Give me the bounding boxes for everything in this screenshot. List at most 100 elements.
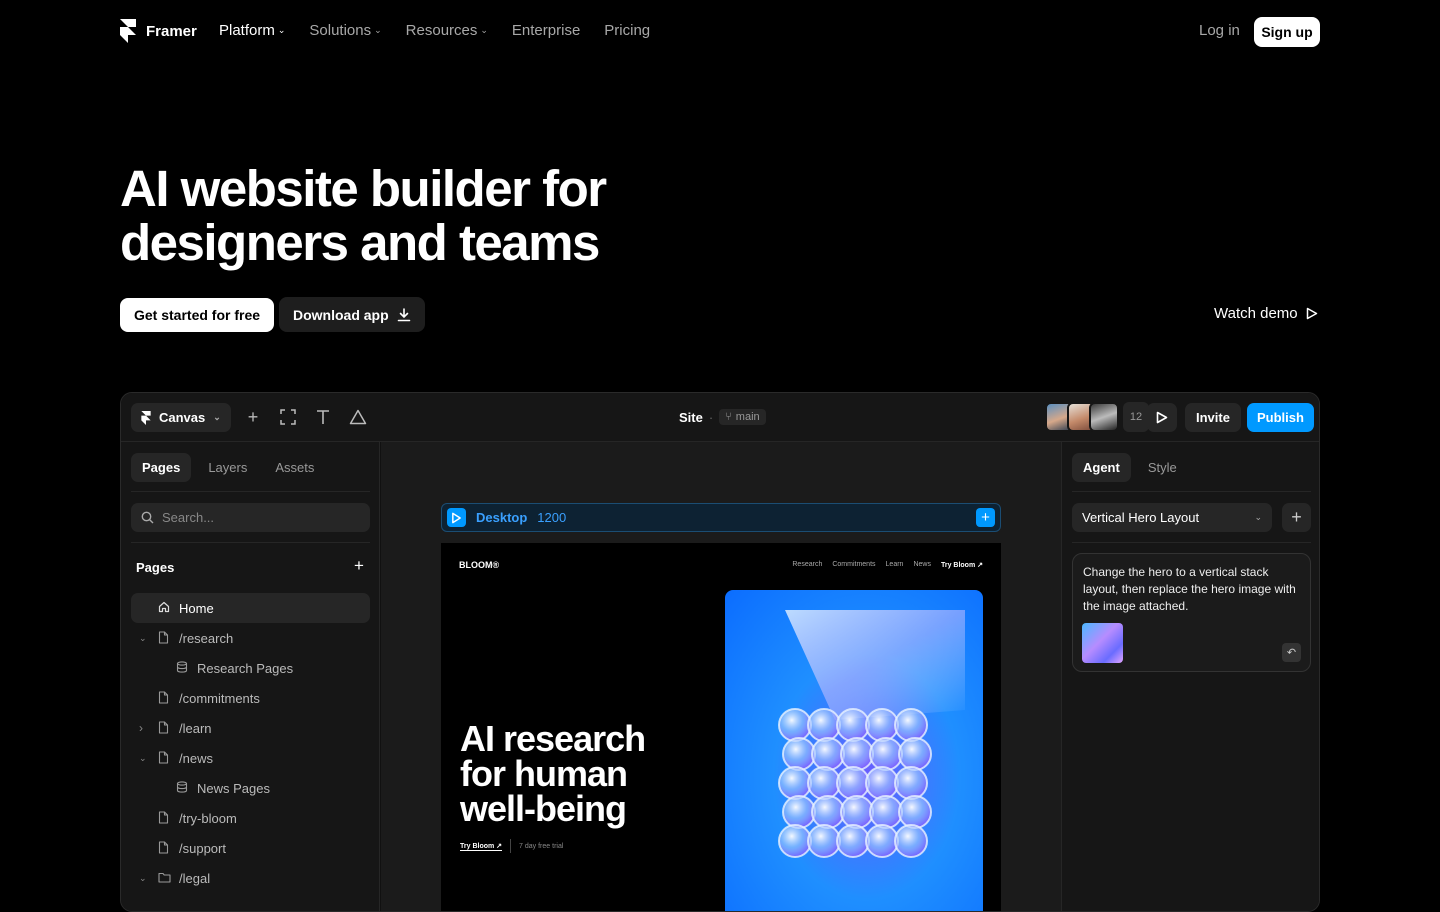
page-item[interactable]: /commitments — [131, 683, 370, 713]
page-item[interactable]: Research Pages — [131, 653, 370, 683]
canvas-area[interactable]: Desktop 1200 + BLOOM® Research Commitmen… — [381, 442, 1061, 911]
chevron-down-icon[interactable]: ⌄ — [139, 753, 147, 764]
publish-button[interactable]: Publish — [1247, 403, 1314, 432]
menu-label: Enterprise — [511, 22, 581, 39]
separator-dot: · — [708, 409, 714, 425]
bubble — [865, 708, 899, 742]
pages-panel: Pages Layers Assets Search... Pages + Ho… — [121, 442, 380, 911]
layout-select-value: Vertical Hero Layout — [1082, 510, 1200, 525]
login-link[interactable]: Log in — [1199, 22, 1240, 39]
divider — [131, 542, 370, 543]
invite-button[interactable]: Invite — [1185, 403, 1241, 432]
hero-title-line-1: AI website builder for — [120, 160, 607, 217]
site-preview-frame[interactable]: BLOOM® Research Commitments Learn News T… — [441, 543, 1001, 911]
text-tool-icon[interactable] — [312, 406, 334, 428]
page-item-label: Home — [179, 600, 214, 616]
page-icon — [158, 751, 170, 764]
search-icon — [141, 511, 154, 524]
bubble — [807, 824, 841, 858]
signup-button[interactable]: Sign up — [1254, 17, 1320, 47]
tab-layers[interactable]: Layers — [197, 453, 258, 482]
preview-nav-cta: Try Bloom ↗ — [940, 562, 983, 569]
watch-demo-link[interactable]: Watch demo — [1214, 305, 1318, 322]
menu-resources[interactable]: Resources ⌄ — [406, 22, 488, 39]
brand-logo[interactable]: Framer — [120, 19, 197, 43]
menu-pricing[interactable]: Pricing — [604, 22, 650, 39]
bubble — [865, 824, 899, 858]
site-label: Site — [679, 409, 703, 425]
add-icon[interactable]: + — [242, 406, 264, 428]
page-item-label: News Pages — [197, 780, 270, 796]
download-app-button[interactable]: Download app — [279, 297, 425, 332]
play-icon — [1306, 307, 1317, 320]
menu-enterprise[interactable]: Enterprise — [512, 22, 580, 39]
page-item-label: /research — [179, 630, 234, 646]
folder-icon — [158, 871, 171, 884]
preview-button[interactable] — [1147, 403, 1177, 432]
main-menu: Platform ⌄ Solutions ⌄ Resources ⌄ Enterpri… — [219, 22, 650, 39]
undo-icon[interactable]: ↶ — [1282, 643, 1301, 662]
collaborator-count: 12 — [1123, 402, 1149, 432]
menu-solutions[interactable]: Solutions ⌄ — [309, 22, 381, 39]
divider — [1072, 542, 1311, 543]
bubble — [898, 737, 932, 771]
layout-select[interactable]: Vertical Hero Layout ⌄ — [1072, 503, 1272, 532]
page-icon — [158, 691, 170, 704]
page-item-label: /commitments — [179, 690, 260, 706]
bubble — [894, 708, 928, 742]
watch-demo-label: Watch demo — [1214, 305, 1298, 322]
frame-header[interactable]: Desktop 1200 + — [441, 503, 1001, 532]
divider — [510, 839, 512, 853]
menu-platform[interactable]: Platform ⌄ — [219, 22, 285, 39]
bubble — [869, 737, 903, 771]
page-item[interactable]: ⌄ /legal — [131, 863, 370, 893]
page-item-label: Research Pages — [197, 660, 294, 676]
bubble — [807, 766, 841, 800]
tab-pages[interactable]: Pages — [131, 453, 192, 482]
page-item-label: /legal — [179, 870, 211, 886]
collaborator-avatars[interactable]: 12 — [1045, 402, 1149, 432]
database-icon — [176, 781, 188, 794]
search-input[interactable]: Search... — [131, 503, 370, 532]
chevron-down-icon: ⌄ — [374, 25, 382, 35]
tab-assets[interactable]: Assets — [264, 453, 325, 482]
add-page-icon[interactable]: + — [354, 556, 364, 576]
page-list: Home ⌄ /research Research Pages/commitments… — [131, 593, 370, 893]
preview-title-line: well-being — [460, 788, 627, 829]
add-breakpoint-icon[interactable]: + — [976, 508, 995, 527]
menu-label: Platform — [219, 22, 275, 39]
chevron-down-icon[interactable]: ⌄ — [139, 633, 147, 644]
menu-label: Resources — [405, 22, 478, 39]
page-item[interactable]: ⌄ /news — [131, 743, 370, 773]
search-placeholder: Search... — [162, 510, 215, 525]
page-item-label: /support — [179, 840, 226, 856]
site-branch-indicator[interactable]: Site · ⑂ main — [679, 409, 766, 425]
bubble — [840, 795, 874, 829]
add-button[interactable]: + — [1282, 503, 1311, 532]
bubble — [807, 708, 841, 742]
branch-name: main — [735, 411, 760, 423]
page-item[interactable]: Home — [131, 593, 370, 623]
preview-nav: Research Commitments Learn News Try Bloo… — [792, 561, 983, 569]
get-started-button[interactable]: Get started for free — [120, 298, 275, 332]
page-item[interactable]: News Pages — [131, 773, 370, 803]
vector-tool-icon[interactable] — [347, 406, 369, 428]
menu-label: Solutions — [309, 22, 372, 39]
chevron-down-icon: ⌄ — [213, 412, 221, 422]
preview-trial-text: 7 day free trial — [519, 842, 564, 850]
tab-agent[interactable]: Agent — [1072, 453, 1131, 482]
page-item[interactable]: /try-bloom — [131, 803, 370, 833]
preview-logo: BLOOM® — [459, 560, 500, 570]
page-item[interactable]: /support — [131, 833, 370, 863]
tab-style[interactable]: Style — [1137, 453, 1188, 482]
chevron-right-icon[interactable]: › — [139, 721, 143, 735]
right-panel-tabs: Agent Style — [1072, 453, 1188, 482]
bubble — [836, 708, 870, 742]
attached-image-thumbnail[interactable] — [1082, 623, 1123, 663]
page-item[interactable]: › /learn — [131, 713, 370, 743]
frame-tool-icon[interactable] — [277, 406, 299, 428]
canvas-menu-button[interactable]: Canvas ⌄ — [131, 403, 231, 432]
page-icon — [158, 631, 170, 644]
page-item[interactable]: ⌄ /research — [131, 623, 370, 653]
chevron-down-icon[interactable]: ⌄ — [139, 873, 147, 884]
